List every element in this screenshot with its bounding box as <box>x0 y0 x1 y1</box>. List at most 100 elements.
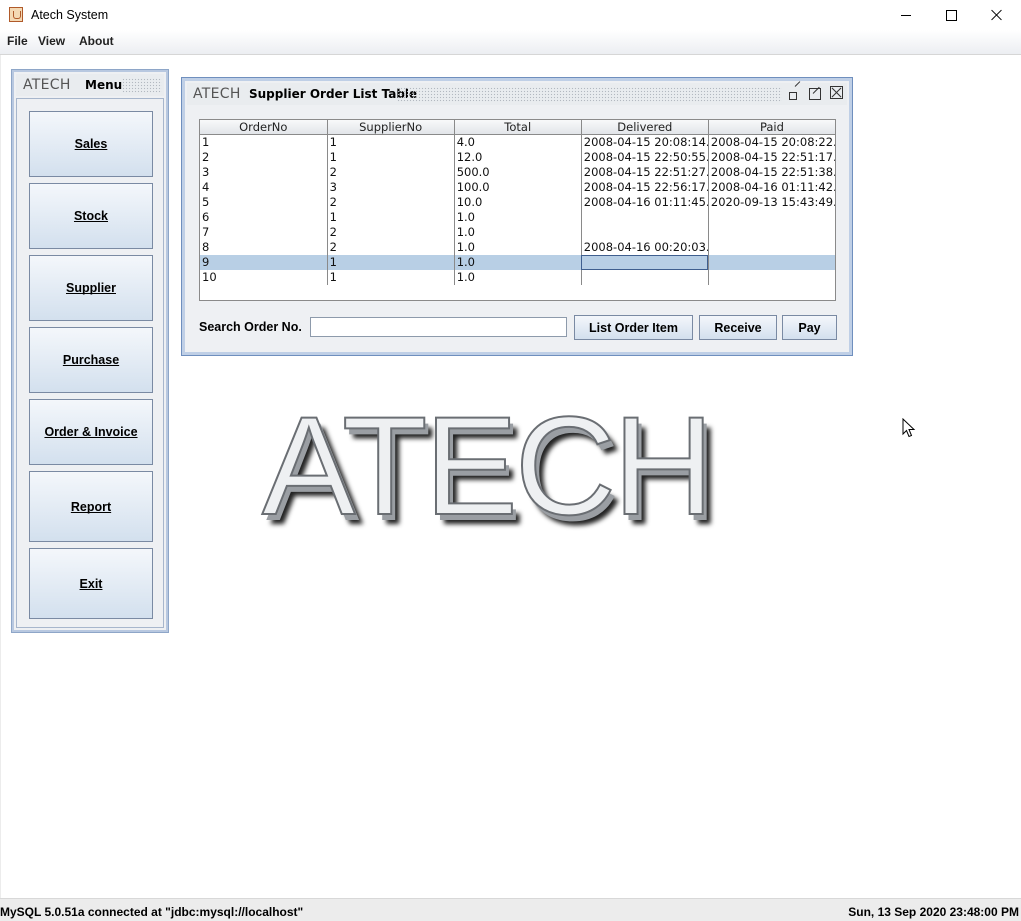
table-cell[interactable]: 2008-04-15 22:51:17... <box>708 150 835 165</box>
table-cell[interactable]: 2008-04-15 20:08:22... <box>708 134 835 150</box>
table-cell[interactable]: 7 <box>200 225 328 240</box>
table-cell[interactable] <box>708 255 835 270</box>
table-cell[interactable]: 2 <box>327 195 455 210</box>
table-cell[interactable]: 1 <box>327 210 455 225</box>
table-row-selected[interactable]: 9 1 1.0 <box>200 255 835 270</box>
table-cell[interactable]: 1 <box>327 134 455 150</box>
table-row[interactable]: 8 2 1.0 2008-04-16 00:20:03... <box>200 240 835 255</box>
table-row[interactable]: 1 1 4.0 2008-04-15 20:08:14... 2008-04-15 20… <box>200 134 835 150</box>
table-cell[interactable]: 12.0 <box>454 150 582 165</box>
table-cell[interactable]: 2008-04-16 00:20:03... <box>581 240 709 255</box>
status-bar: MySQL 5.0.51a connected at "jdbc:mysql:/… <box>0 898 1021 921</box>
table-cell[interactable]: 8 <box>200 240 328 255</box>
table-cell[interactable]: 10 <box>200 270 328 285</box>
supplier-order-table[interactable]: OrderNo SupplierNo Total Delivered Paid … <box>199 119 836 301</box>
table-cell[interactable] <box>708 270 835 285</box>
table-cell[interactable]: 2008-04-16 01:11:42... <box>708 180 835 195</box>
column-header[interactable]: OrderNo <box>200 120 328 135</box>
table-cell[interactable]: 2 <box>327 240 455 255</box>
table-cell[interactable]: 2008-04-16 01:11:45... <box>581 195 709 210</box>
minimize-button[interactable] <box>883 0 929 30</box>
table-cell[interactable]: 3 <box>327 180 455 195</box>
table-cell[interactable]: 2008-04-15 22:56:17... <box>581 180 709 195</box>
exit-button[interactable]: Exit <box>29 548 153 619</box>
supplier-button-label: Supplier <box>65 281 116 295</box>
table-cell[interactable] <box>581 225 709 240</box>
order-frame-titlebar[interactable]: ATECH Supplier Order List Table <box>187 83 847 105</box>
table-cell[interactable] <box>708 240 835 255</box>
table-header: OrderNo SupplierNo Total Delivered Paid <box>200 120 835 135</box>
column-header[interactable]: SupplierNo <box>327 120 455 135</box>
table-cell[interactable]: 2008-04-15 22:51:38... <box>708 165 835 180</box>
table-cell[interactable]: 1 <box>327 255 455 270</box>
menu-file[interactable]: File <box>7 34 28 48</box>
table-row[interactable]: 5 2 10.0 2008-04-16 01:11:45... 2020-09-13 1… <box>200 195 835 210</box>
table-cell[interactable]: 1.0 <box>454 225 582 240</box>
table-cell[interactable]: 2020-09-13 15:43:49... <box>708 195 835 210</box>
window-left-edge <box>0 55 1 898</box>
column-header[interactable]: Total <box>454 120 582 135</box>
menu-view[interactable]: View <box>38 34 65 48</box>
frame-close-icon[interactable] <box>830 86 843 99</box>
table-row[interactable]: 10 1 1.0 <box>200 270 835 285</box>
table-cell[interactable]: 10.0 <box>454 195 582 210</box>
table-cell[interactable]: 2008-04-15 22:51:27... <box>581 165 709 180</box>
close-button[interactable] <box>974 0 1020 30</box>
table-cell[interactable]: 1.0 <box>454 210 582 225</box>
table-cell[interactable]: 2 <box>200 150 328 165</box>
titlebar-grip <box>397 87 782 102</box>
table-cell[interactable]: 2008-04-15 20:08:14... <box>581 134 709 150</box>
search-order-input[interactable] <box>310 317 567 337</box>
table-row[interactable]: 7 2 1.0 <box>200 225 835 240</box>
table-cell[interactable]: 100.0 <box>454 180 582 195</box>
table-cell[interactable]: 1 <box>200 134 328 150</box>
iconify-icon[interactable] <box>787 85 803 101</box>
search-order-label: Search Order No. <box>199 320 302 334</box>
maximize-button[interactable] <box>928 0 974 30</box>
purchase-button-label: Purchase <box>62 353 120 367</box>
sales-button-label: Sales <box>74 137 108 151</box>
db-connection-status: MySQL 5.0.51a connected at "jdbc:mysql:/… <box>0 905 304 919</box>
table-cell-focused[interactable] <box>581 255 709 270</box>
sales-button[interactable]: Sales <box>29 111 153 177</box>
order-invoice-button[interactable]: Order & Invoice <box>29 399 153 465</box>
stock-button[interactable]: Stock <box>29 183 153 249</box>
pay-button[interactable]: Pay <box>782 315 837 340</box>
table-cell[interactable]: 1 <box>327 270 455 285</box>
table-cell[interactable]: 1 <box>327 150 455 165</box>
table-cell[interactable]: 1.0 <box>454 240 582 255</box>
table-row[interactable]: 2 1 12.0 2008-04-15 22:50:55... 2008-04-15 2… <box>200 150 835 165</box>
table-cell[interactable]: 1.0 <box>454 270 582 285</box>
table-cell[interactable]: 3 <box>200 165 328 180</box>
table-row[interactable]: 3 2 500.0 2008-04-15 22:51:27... 2008-04-15 … <box>200 165 835 180</box>
window-title: Atech System <box>31 8 109 22</box>
table-cell[interactable] <box>581 210 709 225</box>
table-cell[interactable]: 4.0 <box>454 134 582 150</box>
table-cell[interactable]: 9 <box>200 255 328 270</box>
column-header[interactable]: Delivered <box>581 120 709 135</box>
report-button[interactable]: Report <box>29 471 153 542</box>
table-cell[interactable]: 2 <box>327 225 455 240</box>
mouse-cursor-icon <box>902 418 916 438</box>
menu-about[interactable]: About <box>79 34 114 48</box>
table-cell[interactable]: 500.0 <box>454 165 582 180</box>
table-cell[interactable]: 2008-04-15 22:50:55... <box>581 150 709 165</box>
table-cell[interactable] <box>581 270 709 285</box>
table-cell[interactable]: 6 <box>200 210 328 225</box>
table-cell[interactable] <box>708 210 835 225</box>
table-cell[interactable] <box>708 225 835 240</box>
close-icon <box>991 9 1003 21</box>
menu-frame-titlebar[interactable]: ATECH Menu <box>16 74 164 96</box>
supplier-button[interactable]: Supplier <box>29 255 153 321</box>
receive-button[interactable]: Receive <box>699 315 777 340</box>
purchase-button[interactable]: Purchase <box>29 327 153 393</box>
table-cell[interactable]: 2 <box>327 165 455 180</box>
table-row[interactable]: 6 1 1.0 <box>200 210 835 225</box>
table-cell[interactable]: 5 <box>200 195 328 210</box>
table-cell[interactable]: 4 <box>200 180 328 195</box>
table-cell[interactable]: 1.0 <box>454 255 582 270</box>
frame-maximize-icon[interactable] <box>807 85 823 101</box>
list-order-item-button[interactable]: List Order Item <box>574 315 693 340</box>
table-row[interactable]: 4 3 100.0 2008-04-15 22:56:17... 2008-04-16 … <box>200 180 835 195</box>
column-header[interactable]: Paid <box>708 120 835 135</box>
